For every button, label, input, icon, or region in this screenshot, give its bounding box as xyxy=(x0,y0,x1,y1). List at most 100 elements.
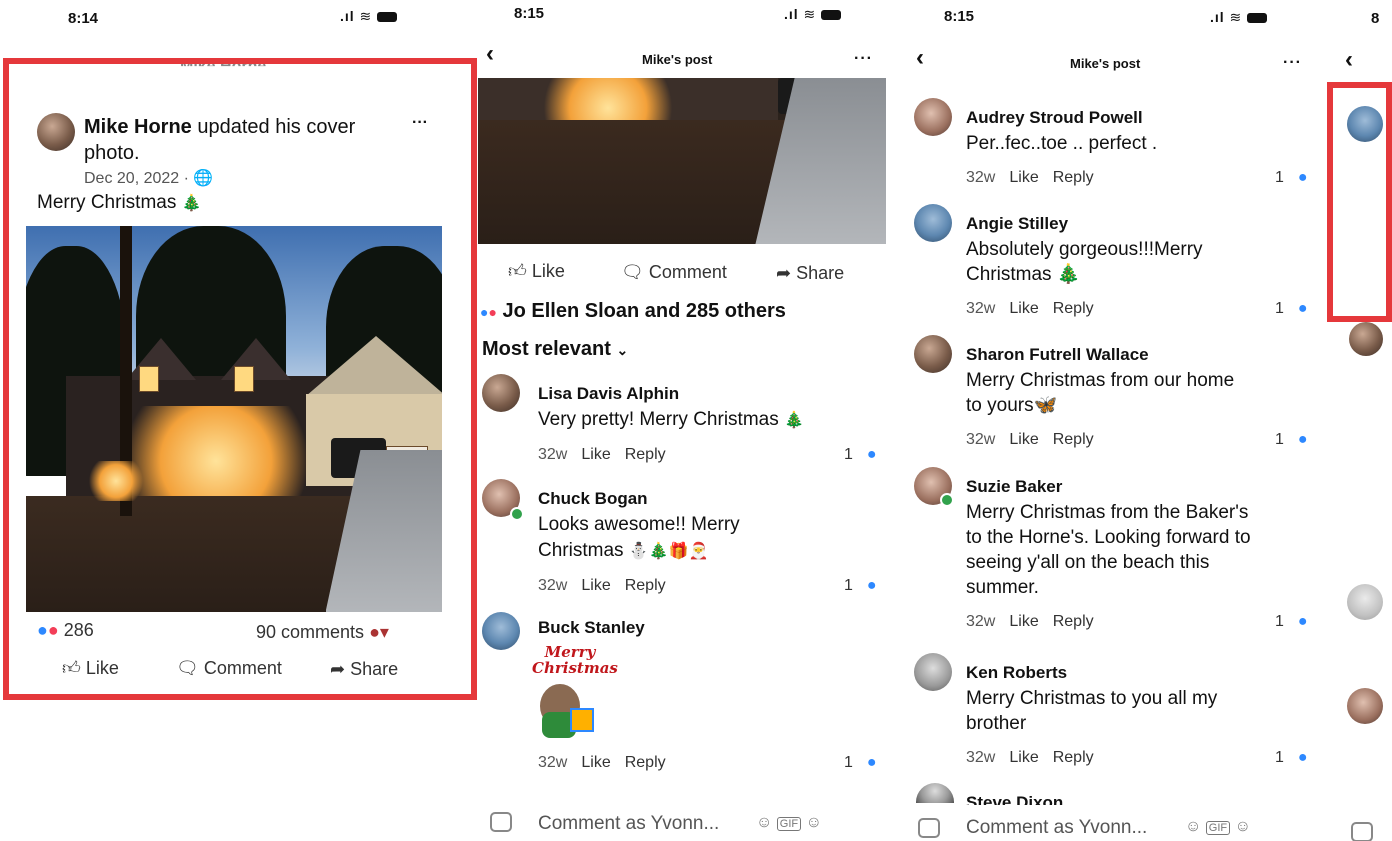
screenshot-panel-3: 8:15 .ıl ≋ ‹ Mike's post ··· Audrey Stro… xyxy=(908,0,1323,841)
comment-text: to the Horne's. Looking forward to xyxy=(966,527,1251,548)
camera-icon[interactable] xyxy=(1351,822,1373,841)
comment-button[interactable]: 🗨 Comment xyxy=(621,262,727,283)
comment-time: 32w xyxy=(966,169,996,186)
commenter-name[interactable]: Suzie Baker xyxy=(966,477,1062,497)
comment-meta: 32w Like Reply xyxy=(966,300,1108,318)
highlight-box xyxy=(1327,82,1392,322)
online-indicator xyxy=(940,493,954,507)
header-title: Mike's post xyxy=(1070,56,1141,71)
comment-reply-button[interactable]: Reply xyxy=(1053,169,1094,186)
gif-icon[interactable]: GIF xyxy=(776,817,802,831)
comment-text: Per..fec..toe .. perfect . xyxy=(966,133,1158,154)
status-time: 8:15 xyxy=(514,5,545,22)
commenter-avatar[interactable] xyxy=(1347,584,1383,620)
composer-icons: ☺ GIF ☺ xyxy=(756,814,822,832)
commenter-name[interactable]: Chuck Bogan xyxy=(538,489,648,509)
back-icon[interactable]: ‹ xyxy=(916,44,924,72)
screenshot-panel-4: 8 ‹ xyxy=(1323,0,1392,841)
commenter-name[interactable]: Buck Stanley xyxy=(538,618,645,638)
commenter-avatar[interactable] xyxy=(916,783,954,803)
comment-like-button[interactable]: Like xyxy=(1009,300,1038,317)
comment-text: Christmas 🎄 xyxy=(966,264,1081,285)
comment-reply-button[interactable]: Reply xyxy=(625,754,666,771)
comment-reply-button[interactable]: Reply xyxy=(1053,613,1094,630)
emoji-icon[interactable]: ☺ xyxy=(806,814,822,831)
status-time: 8:15 xyxy=(944,8,975,25)
online-indicator xyxy=(510,507,524,521)
camera-icon[interactable] xyxy=(490,812,512,832)
screenshot-panel-2: 8:15 .ıl ≋ ‹ Mike's post ··· 👍︎ Like 🗨 C… xyxy=(478,0,888,841)
comment-reaction-count[interactable]: 1 ● xyxy=(1275,749,1322,767)
header-title: Mike's post xyxy=(642,52,713,67)
comment-reaction-count[interactable]: 1 ● xyxy=(844,754,888,772)
comment-reply-button[interactable]: Reply xyxy=(625,446,666,463)
comment-like-button[interactable]: Like xyxy=(581,754,610,771)
commenter-name[interactable]: Ken Roberts xyxy=(966,663,1067,683)
commenter-name[interactable]: Angie Stilley xyxy=(966,214,1068,234)
comment-text: brother xyxy=(966,713,1027,734)
comment-reply-button[interactable]: Reply xyxy=(1053,431,1094,448)
sort-dropdown[interactable]: Most relevant ⌄ xyxy=(482,338,628,361)
status-time: 8 xyxy=(1371,10,1380,27)
commenter-name-partial[interactable]: Steve Dixon xyxy=(966,793,1063,805)
comment-time: 32w xyxy=(966,749,996,766)
share-button[interactable]: ➦ Share xyxy=(776,263,844,284)
post-photo[interactable] xyxy=(478,78,886,244)
comment-input[interactable]: Comment as Yvonn... xyxy=(538,813,719,835)
comment-time: 32w xyxy=(966,300,996,317)
comment-meta: 32w Like Reply xyxy=(966,613,1108,631)
comment-like-button[interactable]: Like xyxy=(1009,169,1038,186)
commenter-avatar[interactable] xyxy=(914,98,952,136)
gif-icon[interactable]: GIF xyxy=(1205,821,1231,835)
comment-reaction-count[interactable]: 1 ● xyxy=(1275,300,1322,318)
commenter-avatar[interactable] xyxy=(914,653,952,691)
comment-reaction-count[interactable]: 1 ● xyxy=(1275,169,1322,187)
emoji-icon[interactable]: ☺ xyxy=(1235,818,1251,835)
thumbs-up-icon: 👍︎ xyxy=(508,261,527,281)
christmas-sticker[interactable]: Merry Christmas xyxy=(526,640,618,744)
comment-text: Looks awesome!! Merry xyxy=(538,514,740,535)
comment-like-button[interactable]: Like xyxy=(581,577,610,594)
more-options-icon[interactable]: ··· xyxy=(1283,54,1302,72)
share-arrow-icon: ➦ xyxy=(776,263,792,283)
comment-meta: 32w Like Reply xyxy=(966,749,1108,767)
highlight-box xyxy=(3,58,477,700)
status-icons: .ıl ≋ xyxy=(1210,9,1268,26)
comment-like-button[interactable]: Like xyxy=(1009,749,1038,766)
comment-reply-button[interactable]: Reply xyxy=(625,577,666,594)
commenter-avatar[interactable] xyxy=(482,374,520,412)
comment-text: seeing y'all on the beach this xyxy=(966,552,1210,573)
sticker-icon[interactable]: ☺ xyxy=(1185,818,1201,835)
commenter-avatar[interactable] xyxy=(1349,322,1383,356)
more-options-icon[interactable]: ··· xyxy=(854,50,873,68)
commenter-avatar[interactable] xyxy=(914,335,952,373)
comment-bubble-icon: 🗨 xyxy=(621,262,644,282)
comment-reaction-count[interactable]: 1 ● xyxy=(1275,431,1322,449)
comment-reply-button[interactable]: Reply xyxy=(1053,300,1094,317)
comment-time: 32w xyxy=(966,613,996,630)
back-icon[interactable]: ‹ xyxy=(1345,46,1353,74)
comment-text: to yours🦋 xyxy=(966,395,1058,416)
back-icon[interactable]: ‹ xyxy=(486,40,494,68)
sticker-icon[interactable]: ☺ xyxy=(756,814,772,831)
commenter-avatar[interactable] xyxy=(1347,688,1383,724)
like-button[interactable]: 👍︎ Like xyxy=(508,260,565,282)
commenter-avatar[interactable] xyxy=(482,612,520,650)
reactors-summary[interactable]: ●● Jo Ellen Sloan and 285 others xyxy=(480,300,786,323)
comment-reply-button[interactable]: Reply xyxy=(1053,749,1094,766)
camera-icon[interactable] xyxy=(918,818,940,838)
comment-time: 32w xyxy=(966,431,996,448)
comment-text: Absolutely gorgeous!!!Merry xyxy=(966,239,1203,260)
commenter-avatar[interactable] xyxy=(914,204,952,242)
commenter-name[interactable]: Sharon Futrell Wallace xyxy=(966,345,1149,365)
comment-like-button[interactable]: Like xyxy=(1009,431,1038,448)
commenter-name[interactable]: Audrey Stroud Powell xyxy=(966,108,1143,128)
composer-icons: ☺ GIF ☺ xyxy=(1185,818,1251,836)
comment-like-button[interactable]: Like xyxy=(1009,613,1038,630)
comment-reaction-count[interactable]: 1 ● xyxy=(844,446,888,464)
commenter-name[interactable]: Lisa Davis Alphin xyxy=(538,384,679,404)
comment-reaction-count[interactable]: 1 ● xyxy=(844,577,888,595)
comment-like-button[interactable]: Like xyxy=(581,446,610,463)
comment-reaction-count[interactable]: 1 ● xyxy=(1275,613,1322,631)
comment-input[interactable]: Comment as Yvonn... xyxy=(966,817,1147,839)
